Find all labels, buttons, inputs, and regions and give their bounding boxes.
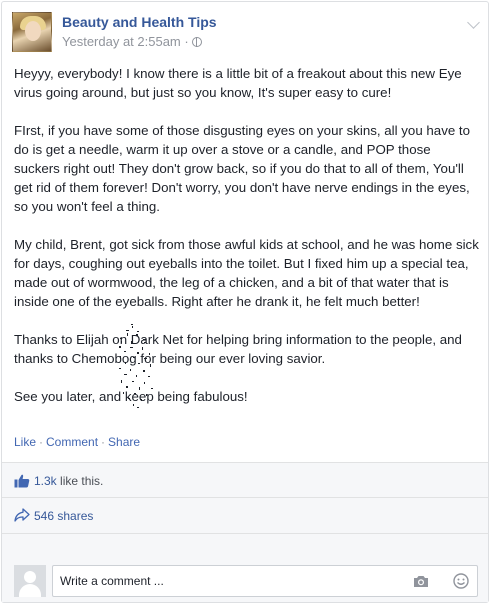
comment-input-box[interactable] [52,565,478,597]
separator-dot: · [39,435,44,449]
post-paragraph: See you later, and keep being fabulous! [14,389,248,404]
avatar-face [25,21,41,41]
likes-count[interactable]: 1.3k [34,474,57,488]
comment-input[interactable] [60,572,400,590]
globe-icon [191,37,202,47]
post-paragraph: Thanks to Elijah on Dark Net for helping… [14,332,462,366]
timestamp-text[interactable]: Yesterday at 2:55am · [62,34,189,49]
post-timestamp[interactable]: Yesterday at 2:55am · [62,34,202,49]
shares-summary: 546 shares [2,498,488,534]
post-paragraph: FIrst, if you have some of those disgust… [14,123,471,214]
glitch-marks [119,324,153,408]
likes-suffix: like this. [56,474,104,488]
post-header: Beauty and Health Tips Yesterday at 2:55… [12,12,482,56]
avatar-shoulders-silhouette [19,584,41,597]
shares-count[interactable]: 546 shares [34,509,93,523]
post-body: Heyyy, everybody! I know there is a litt… [14,64,480,425]
page-avatar[interactable] [12,12,52,52]
like-link[interactable]: Like [14,435,36,449]
emoji-icon[interactable] [453,573,469,589]
thumbs-up-icon [14,474,30,488]
comment-composer [2,534,488,602]
avatar-head-silhouette [24,571,36,583]
comment-link[interactable]: Comment [46,435,98,449]
post-paragraph: Heyyy, everybody! I know there is a litt… [14,66,462,100]
separator-dot: · [101,435,106,449]
share-link[interactable]: Share [108,435,140,449]
camera-icon[interactable] [413,574,429,588]
glitch-text-overlay [119,324,153,408]
post-paragraph: My child, Brent, got sick from those awf… [14,237,479,309]
user-avatar [14,565,46,597]
likes-text: 1.3k like this. [34,474,103,488]
post-card: Beauty and Health Tips Yesterday at 2:55… [1,1,489,603]
chevron-down-icon[interactable] [467,16,480,29]
share-arrow-icon [14,508,30,522]
page-name-link[interactable]: Beauty and Health Tips [62,14,217,30]
likes-summary: 1.3k like this. [2,462,488,498]
post-actions: Like · Comment · Share [14,435,140,449]
